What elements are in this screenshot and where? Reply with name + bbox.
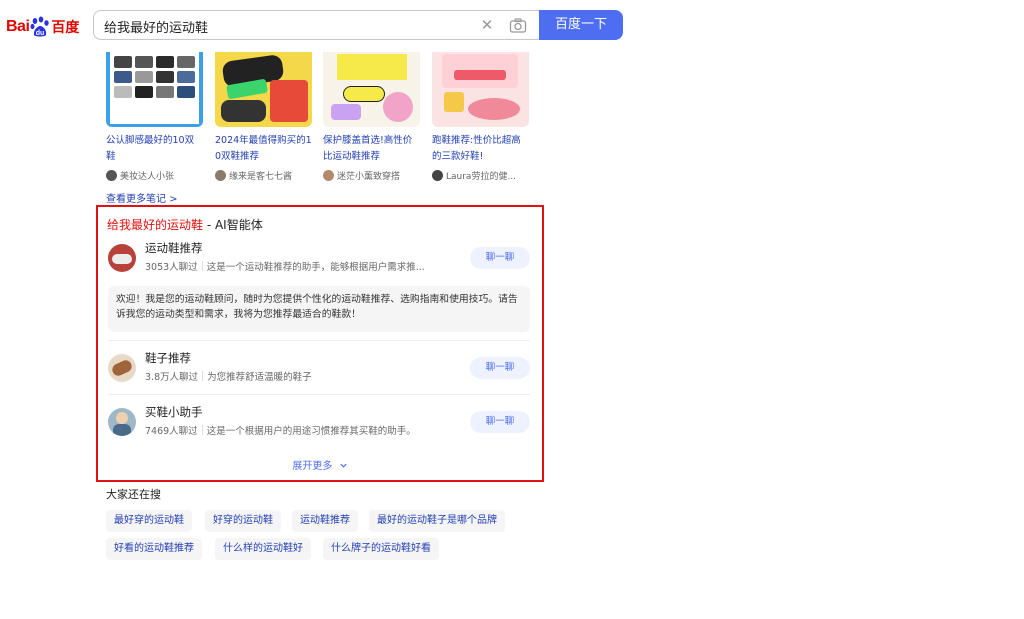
- agent-chat-count: 3053人聊过: [145, 262, 198, 273]
- ai-agents-panel: 给我最好的运动鞋 - AI智能体 运动鞋推荐 3053人聊过 这是一个运动鞋推荐的…: [96, 205, 544, 482]
- clear-icon[interactable]: ✕: [478, 16, 496, 34]
- related-searches-title: 大家还在搜: [106, 488, 161, 501]
- note-thumbnail: [432, 52, 529, 127]
- chevron-down-icon: [339, 463, 347, 468]
- related-search-tag[interactable]: 最好的运动鞋子是哪个品牌: [369, 510, 505, 532]
- ai-title-suffix: - AI智能体: [203, 218, 263, 232]
- note-card[interactable]: 保护膝盖首选!高性价比运动鞋推荐 迷茫小薰致穿搭: [323, 52, 420, 182]
- note-author: Laura劳拉的健...: [432, 169, 529, 182]
- avatar: [323, 170, 334, 181]
- avatar: [106, 170, 117, 181]
- agent-name[interactable]: 运动鞋推荐: [145, 240, 203, 256]
- note-thumbnail: [323, 52, 420, 127]
- note-title[interactable]: 公认脚感最好的10双鞋: [106, 133, 203, 165]
- divider: [108, 394, 530, 395]
- note-thumbnail: [215, 52, 312, 127]
- agent-avatar: [108, 244, 136, 272]
- search-button[interactable]: 百度一下: [539, 10, 623, 40]
- notes-carousel: 公认脚感最好的10双鞋 美妆达人小张 2024年最值得购买的10双鞋推荐 缘来是…: [106, 52, 536, 182]
- agent-avatar: [108, 354, 136, 382]
- expand-more-label: 展开更多: [292, 461, 333, 472]
- chat-button[interactable]: 聊一聊: [470, 357, 530, 379]
- meta-divider: [201, 425, 203, 435]
- meta-divider: [202, 371, 204, 381]
- expand-more-button[interactable]: 展开更多: [98, 457, 542, 472]
- related-search-tag[interactable]: 什么牌子的运动鞋好看: [323, 538, 439, 560]
- note-card[interactable]: 跑鞋推荐:性价比超高的三款好鞋! Laura劳拉的健...: [432, 52, 529, 182]
- related-search-tag[interactable]: 好穿的运动鞋: [205, 510, 281, 532]
- camera-icon[interactable]: [508, 16, 528, 36]
- related-search-tag[interactable]: 什么样的运动鞋好: [215, 538, 311, 560]
- logo-text-baidu: 百度: [51, 20, 80, 36]
- note-card[interactable]: 2024年最值得购买的10双鞋推荐 缘来是客七七酱: [215, 52, 312, 182]
- related-search-tag[interactable]: 运动鞋推荐: [292, 510, 358, 532]
- agent-avatar: [108, 408, 136, 436]
- agent-description: 这是一个根据用户的用途习惯推荐其买鞋的助手。: [206, 426, 416, 437]
- top-bar: Bai du 百度 ✕ 百度一下: [0, 0, 1024, 52]
- note-card[interactable]: 公认脚感最好的10双鞋 美妆达人小张: [106, 52, 203, 182]
- ai-title-query[interactable]: 给我最好的运动鞋: [107, 218, 203, 232]
- agent-description: 这是一个运动鞋推荐的助手，能够根据用户需求推...: [206, 262, 425, 273]
- logo-text-bai: Bai: [6, 18, 30, 35]
- author-name: Laura劳拉的健...: [446, 172, 517, 182]
- agent-meta: 7469人聊过 这是一个根据用户的用途习惯推荐其买鞋的助手。: [145, 423, 416, 437]
- agent-row[interactable]: 运动鞋推荐 3053人聊过 这是一个运动鞋推荐的助手，能够根据用户需求推... 聊…: [108, 240, 530, 280]
- related-search-tag[interactable]: 最好穿的运动鞋: [106, 510, 192, 532]
- agent-row[interactable]: 鞋子推荐 3.8万人聊过 为您推荐舒适温暖的鞋子 聊一聊: [108, 350, 530, 390]
- author-name: 迷茫小薰致穿搭: [337, 172, 401, 182]
- agent-chat-count: 3.8万人聊过: [145, 372, 199, 383]
- agent-meta: 3.8万人聊过 为您推荐舒适温暖的鞋子: [145, 369, 312, 383]
- search-input[interactable]: [104, 17, 464, 35]
- note-title[interactable]: 保护膝盖首选!高性价比运动鞋推荐: [323, 133, 420, 165]
- meta-divider: [201, 261, 203, 271]
- chat-button[interactable]: 聊一聊: [470, 247, 530, 269]
- agent-chat-count: 7469人聊过: [145, 426, 198, 437]
- note-title[interactable]: 跑鞋推荐:性价比超高的三款好鞋!: [432, 133, 529, 165]
- note-author: 缘来是客七七酱: [215, 169, 312, 182]
- author-name: 美妆达人小张: [120, 172, 175, 182]
- baidu-paw-icon: du: [30, 16, 50, 37]
- search-box: ✕: [93, 10, 539, 40]
- agent-name[interactable]: 鞋子推荐: [145, 350, 191, 366]
- author-name: 缘来是客七七酱: [229, 172, 293, 182]
- baidu-logo[interactable]: Bai du 百度: [6, 14, 79, 40]
- svg-text:du: du: [36, 30, 45, 37]
- more-notes-link[interactable]: 查看更多笔记 >: [106, 190, 178, 205]
- related-search-tag[interactable]: 好看的运动鞋推荐: [106, 538, 202, 560]
- chat-button[interactable]: 聊一聊: [470, 411, 530, 433]
- note-thumbnail: [106, 52, 203, 127]
- divider: [108, 340, 530, 341]
- avatar: [215, 170, 226, 181]
- agent-description: 为您推荐舒适温暖的鞋子: [207, 372, 312, 383]
- agent-row[interactable]: 买鞋小助手 7469人聊过 这是一个根据用户的用途习惯推荐其买鞋的助手。 聊一聊: [108, 404, 530, 444]
- ai-panel-title: 给我最好的运动鞋 - AI智能体: [107, 216, 263, 233]
- note-author: 美妆达人小张: [106, 169, 203, 182]
- note-author: 迷茫小薰致穿搭: [323, 169, 420, 182]
- avatar: [432, 170, 443, 181]
- note-title[interactable]: 2024年最值得购买的10双鞋推荐: [215, 133, 312, 165]
- agent-meta: 3053人聊过 这是一个运动鞋推荐的助手，能够根据用户需求推...: [145, 259, 425, 273]
- agent-welcome-message: 欢迎！我是您的运动鞋顾问，随时为您提供个性化的运动鞋推荐、选购指南和使用技巧。请…: [108, 286, 530, 332]
- agent-name[interactable]: 买鞋小助手: [145, 404, 203, 420]
